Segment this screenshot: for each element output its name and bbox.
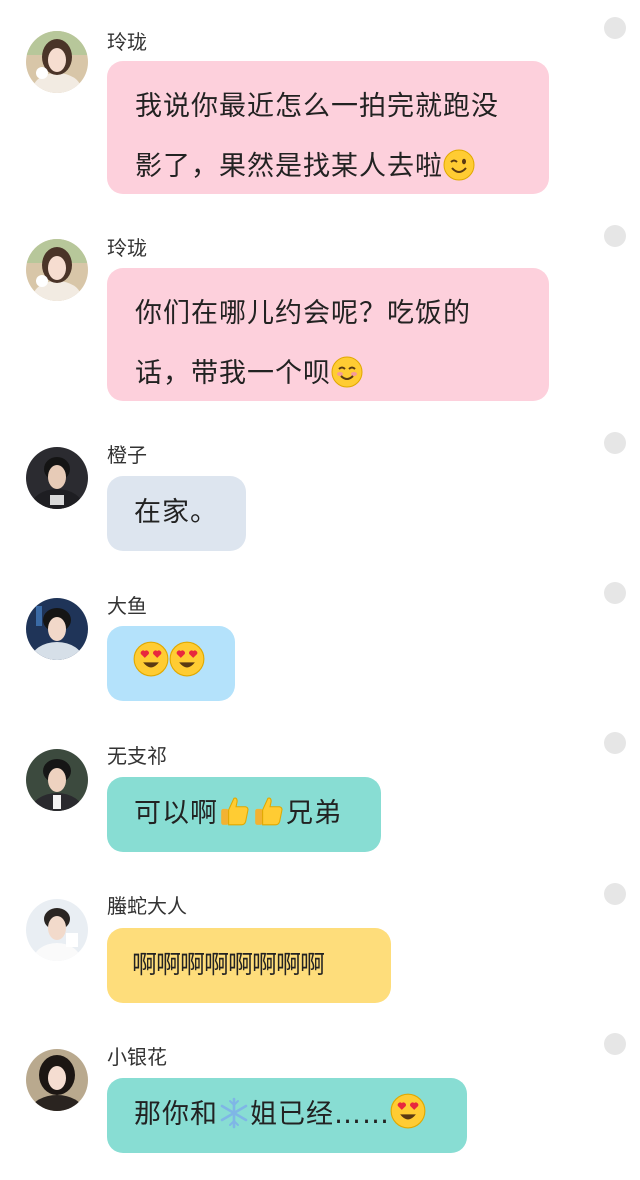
message-text: 在家。	[134, 497, 218, 528]
snowflake-emoji-icon	[218, 1097, 250, 1143]
message-bubble[interactable]	[107, 626, 235, 701]
status-dot	[604, 732, 626, 754]
avatar[interactable]	[26, 899, 88, 961]
message-bubble[interactable]: 我说你最近怎么一拍完就跑没影了，果然是找某人去啦	[107, 61, 549, 194]
message-bubble[interactable]: 啊啊啊啊啊啊啊啊	[107, 928, 391, 1003]
heart-eyes-emoji-icon	[390, 1093, 426, 1143]
smile-emoji-icon	[331, 350, 363, 410]
sender-name: 螣蛇大人	[107, 894, 187, 918]
sender-name: 无支祁	[107, 744, 167, 768]
status-dot	[604, 883, 626, 905]
sender-name: 小银花	[107, 1045, 167, 1069]
heart-eyes-emoji-icon	[169, 641, 205, 691]
message-text: 啊啊啊啊啊啊啊啊	[132, 950, 325, 979]
status-dot	[604, 225, 626, 247]
chat-thread: 玲珑 我说你最近怎么一拍完就跑没影了，果然是找某人去啦 玲珑 你们在哪儿约会呢？…	[0, 0, 640, 1180]
sender-name: 大鱼	[107, 594, 147, 618]
thumbs-up-emoji-icon	[218, 794, 252, 842]
message-bubble[interactable]: 可以啊 兄弟	[107, 777, 381, 852]
wink-emoji-icon	[443, 143, 475, 203]
sender-name: 玲珑	[107, 30, 147, 54]
avatar[interactable]	[26, 31, 88, 93]
status-dot	[604, 432, 626, 454]
message-bubble[interactable]: 那你和 姐已经……	[107, 1078, 467, 1153]
thumbs-up-emoji-icon	[252, 794, 286, 842]
message-bubble[interactable]: 你们在哪儿约会呢？吃饭的话，带我一个呗	[107, 268, 549, 401]
avatar[interactable]	[26, 598, 88, 660]
avatar[interactable]	[26, 447, 88, 509]
status-dot	[604, 582, 626, 604]
message-text: 可以啊	[134, 798, 218, 829]
message-text: 姐已经……	[250, 1099, 390, 1130]
sender-name: 橙子	[107, 443, 147, 467]
sender-name: 玲珑	[107, 236, 147, 260]
message-text: 你们在哪儿约会呢？吃饭的话，带我一个呗	[135, 298, 471, 389]
avatar[interactable]	[26, 239, 88, 301]
status-dot	[604, 17, 626, 39]
message-text: 那你和	[134, 1099, 218, 1130]
message-text: 兄弟	[286, 798, 342, 829]
heart-eyes-emoji-icon	[133, 641, 169, 691]
avatar[interactable]	[26, 749, 88, 811]
status-dot	[604, 1033, 626, 1055]
avatar[interactable]	[26, 1049, 88, 1111]
message-bubble[interactable]: 在家。	[107, 476, 246, 551]
